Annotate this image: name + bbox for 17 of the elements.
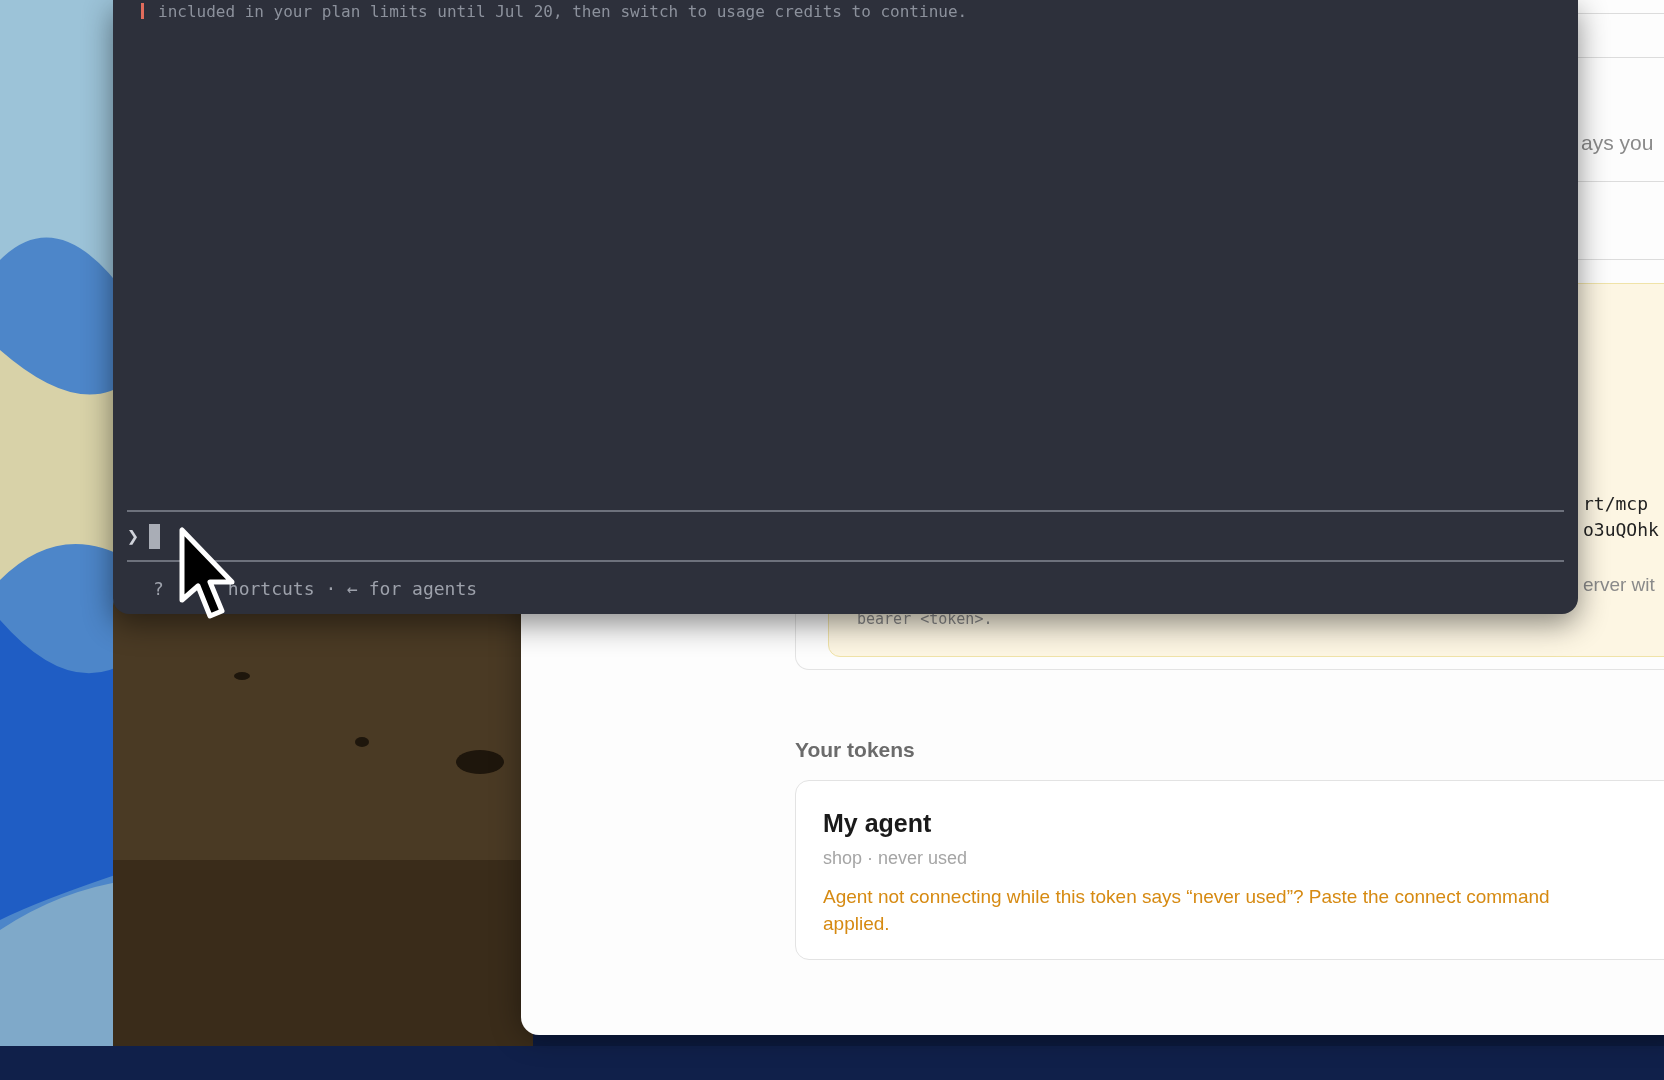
token-meta: shop · never used — [823, 848, 969, 869]
notice-text: included in your plan limits until Jul 20, then switch to usage credits to continue. — [158, 1, 968, 21]
code-text: bearer <token>. — [857, 610, 993, 628]
code-line: rt/mcp — [1583, 492, 1650, 516]
warning-text: applied. — [823, 912, 891, 936]
prompt-input[interactable]: ❯ — [113, 512, 1578, 560]
prompt-symbol: ❯ — [127, 524, 140, 548]
text-cursor — [149, 523, 161, 549]
code-line: o3uQOhk — [1583, 518, 1659, 542]
section-heading: Your tokens — [795, 738, 916, 762]
note-text: erver wit — [1583, 574, 1655, 595]
shortcut-hint: hortcuts · ← for agents — [227, 577, 478, 599]
notice-bar — [141, 3, 144, 19]
setting-text: ays you — [1581, 131, 1654, 154]
warning-text: Agent not connecting while this token says “never used”? Paste the connect command — [823, 885, 1551, 909]
token-name: My agent — [823, 809, 933, 838]
shortcut-key: ? — [153, 577, 164, 599]
